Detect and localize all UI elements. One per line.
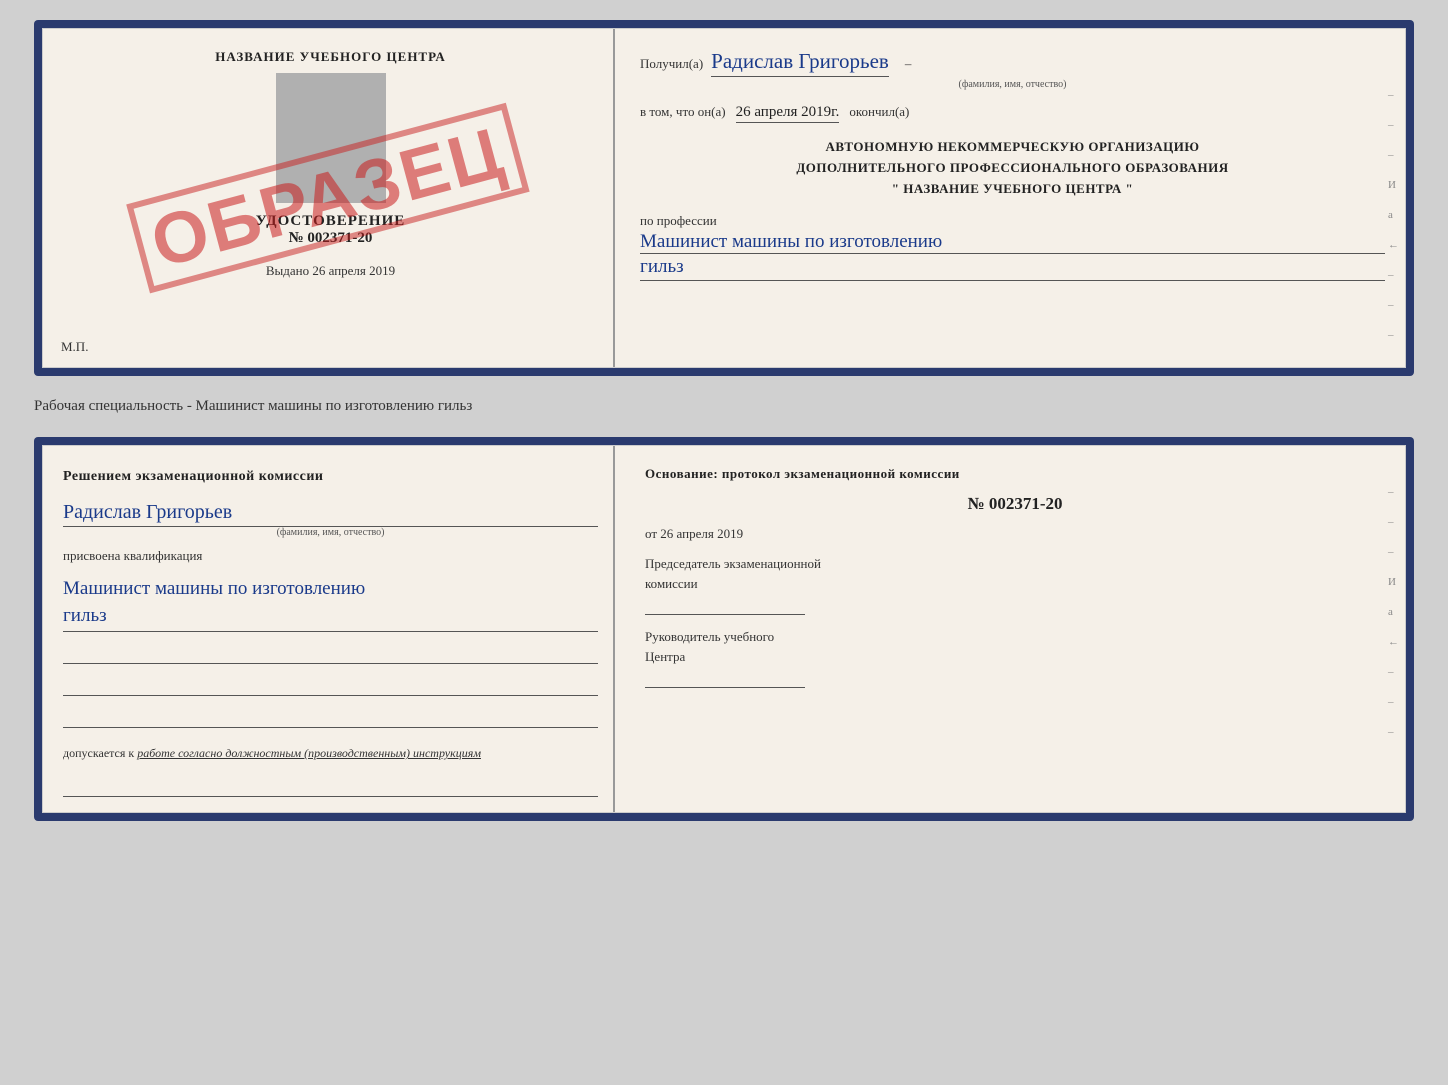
top-center-title: НАЗВАНИЕ УЧЕБНОГО ЦЕНТРА: [215, 49, 446, 65]
okonchil: окончил(а): [849, 104, 909, 120]
rukovoditel-block: Руководитель учебного Центра: [645, 627, 1385, 688]
underline-3: [63, 706, 598, 728]
komissia-title: Решением экзаменационной комиссии: [63, 466, 598, 487]
mp-label: М.П.: [61, 339, 88, 355]
profession-handwritten1: Машинист машины по изготовлению: [640, 231, 1385, 254]
separator-label: Рабочая специальность - Машинист машины …: [34, 394, 1414, 419]
chairman-signature-line: [645, 597, 805, 615]
date-value: 26 апреля 2019: [660, 526, 743, 541]
rukovoditel-signature-line: [645, 670, 805, 688]
date-row: от 26 апреля 2019: [645, 526, 1385, 542]
underline-2: [63, 674, 598, 696]
dopuskaetsya-text: работе согласно должностным (производств…: [137, 746, 481, 760]
top-document-wrapper: НАЗВАНИЕ УЧЕБНОГО ЦЕНТРА УДОСТОВЕРЕНИЕ №…: [34, 20, 1414, 376]
photo-placeholder: [276, 73, 386, 203]
org-line3: " НАЗВАНИЕ УЧЕБНОГО ЦЕНТРА ": [640, 179, 1385, 200]
vydano-prefix: Выдано: [266, 263, 309, 278]
dopuskaetsya-prefix: допускается к: [63, 746, 134, 760]
qualification-block: Машинист машины по изготовлению гильз: [63, 576, 598, 632]
profession-handwritten2: гильз: [640, 256, 1385, 281]
date-prefix: от: [645, 526, 657, 541]
rukovoditel-line1: Руководитель учебного: [645, 627, 1385, 647]
protocol-number: № 002371-20: [645, 494, 1385, 514]
top-document: НАЗВАНИЕ УЧЕБНОГО ЦЕНТРА УДОСТОВЕРЕНИЕ №…: [42, 28, 1406, 368]
vtom-prefix: в том, что он(а): [640, 104, 726, 120]
org-block: АВТОНОМНУЮ НЕКОММЕРЧЕСКУЮ ОРГАНИЗАЦИЮ ДО…: [640, 137, 1385, 199]
underline-4: [63, 775, 598, 797]
bottom-document-wrapper: Решением экзаменационной комиссии Радисл…: [34, 437, 1414, 821]
bottom-right-panel: Основание: протокол экзаменационной коми…: [615, 446, 1405, 812]
prisvoena-text: присвоена квалификация: [63, 548, 598, 564]
udostoverenie-block: УДОСТОВЕРЕНИЕ № 002371-20: [256, 213, 406, 247]
recipient-sublabel: (фамилия, имя, отчество): [640, 79, 1385, 90]
top-left-panel: НАЗВАНИЕ УЧЕБНОГО ЦЕНТРА УДОСТОВЕРЕНИЕ №…: [43, 29, 615, 367]
profession-block: по профессии Машинист машины по изготовл…: [640, 213, 1385, 281]
top-right-panel: Получил(а) Радислав Григорьев – (фамилия…: [615, 29, 1405, 367]
top-right-side-marks: – – – И а ← – – –: [1388, 89, 1399, 341]
bottom-name-sublabel: (фамилия, имя, отчество): [63, 527, 598, 538]
osnovanie-title: Основание: протокол экзаменационной коми…: [645, 466, 1385, 482]
dash1: –: [905, 56, 912, 72]
qualification-line2: гильз: [63, 603, 598, 633]
chairman-block: Председатель экзаменационной комиссии: [645, 554, 1385, 615]
bottom-name-handwritten: Радислав Григорьев: [63, 501, 598, 527]
qualification-line1: Машинист машины по изготовлению: [63, 576, 598, 603]
chairman-line2: комиссии: [645, 574, 1385, 594]
poluchil-prefix: Получил(а): [640, 56, 703, 72]
bottom-document: Решением экзаменационной комиссии Радисл…: [42, 445, 1406, 813]
recipient-name: Радислав Григорьев: [711, 49, 889, 77]
vydano-line: Выдано 26 апреля 2019: [266, 263, 395, 279]
underline-1: [63, 642, 598, 664]
bottom-name-block: Радислав Григорьев (фамилия, имя, отчест…: [63, 501, 598, 538]
rukovoditel-line2: Центра: [645, 647, 1385, 667]
udostoverenie-number: № 002371-20: [256, 230, 406, 247]
vydano-date: 26 апреля 2019: [312, 263, 395, 278]
org-line1: АВТОНОМНУЮ НЕКОММЕРЧЕСКУЮ ОРГАНИЗАЦИЮ: [640, 137, 1385, 158]
bottom-right-side-marks: – – – И а ← – – –: [1388, 486, 1399, 738]
vtom-date: 26 апреля 2019г.: [736, 104, 840, 123]
chairman-line1: Председатель экзаменационной: [645, 554, 1385, 574]
bottom-left-panel: Решением экзаменационной комиссии Радисл…: [43, 446, 615, 812]
org-line2: ДОПОЛНИТЕЛЬНОГО ПРОФЕССИОНАЛЬНОГО ОБРАЗО…: [640, 158, 1385, 179]
vtom-block: в том, что он(а) 26 апреля 2019г. окончи…: [640, 104, 1385, 123]
dopuskaetsya-block: допускается к работе согласно должностны…: [63, 746, 598, 761]
profession-label: по профессии: [640, 213, 1385, 229]
recipient-block: Получил(а) Радислав Григорьев – (фамилия…: [640, 49, 1385, 90]
udostoverenie-label: УДОСТОВЕРЕНИЕ: [256, 213, 406, 230]
